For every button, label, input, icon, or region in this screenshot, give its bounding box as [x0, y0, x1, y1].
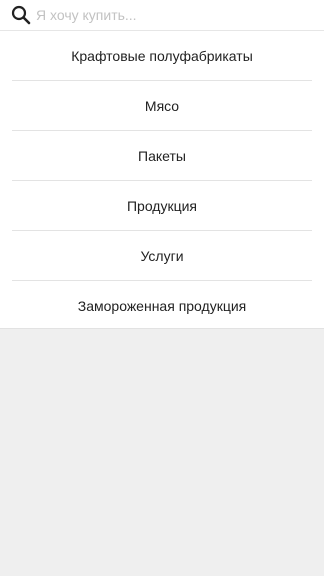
- category-item-bags[interactable]: Пакеты: [0, 131, 324, 181]
- category-label: Пакеты: [138, 148, 186, 164]
- search-icon-glyph: [11, 5, 31, 25]
- category-label: Замороженная продукция: [77, 298, 247, 314]
- search-icon[interactable]: [11, 5, 31, 25]
- category-item-services[interactable]: Услуги: [0, 231, 324, 281]
- category-item-craft-semi-finished[interactable]: Крафтовые полуфабрикаты: [0, 31, 324, 81]
- category-label: Услуги: [140, 248, 184, 264]
- category-panel: Крафтовые полуфабрикаты Мясо Пакеты Прод…: [0, 0, 324, 329]
- app-screen: Крафтовые полуфабрикаты Мясо Пакеты Прод…: [0, 0, 324, 576]
- category-label: Крафтовые полуфабрикаты: [71, 48, 253, 64]
- search-bar: [0, 0, 324, 31]
- category-label: Мясо: [144, 98, 180, 114]
- category-item-meat[interactable]: Мясо: [0, 81, 324, 131]
- category-item-products[interactable]: Продукция: [0, 181, 324, 231]
- category-list: Крафтовые полуфабрикаты Мясо Пакеты Прод…: [0, 31, 324, 331]
- category-item-frozen-products[interactable]: Замороженная продукция: [0, 281, 324, 331]
- search-input[interactable]: [36, 3, 312, 27]
- category-label: Продукция: [126, 198, 198, 214]
